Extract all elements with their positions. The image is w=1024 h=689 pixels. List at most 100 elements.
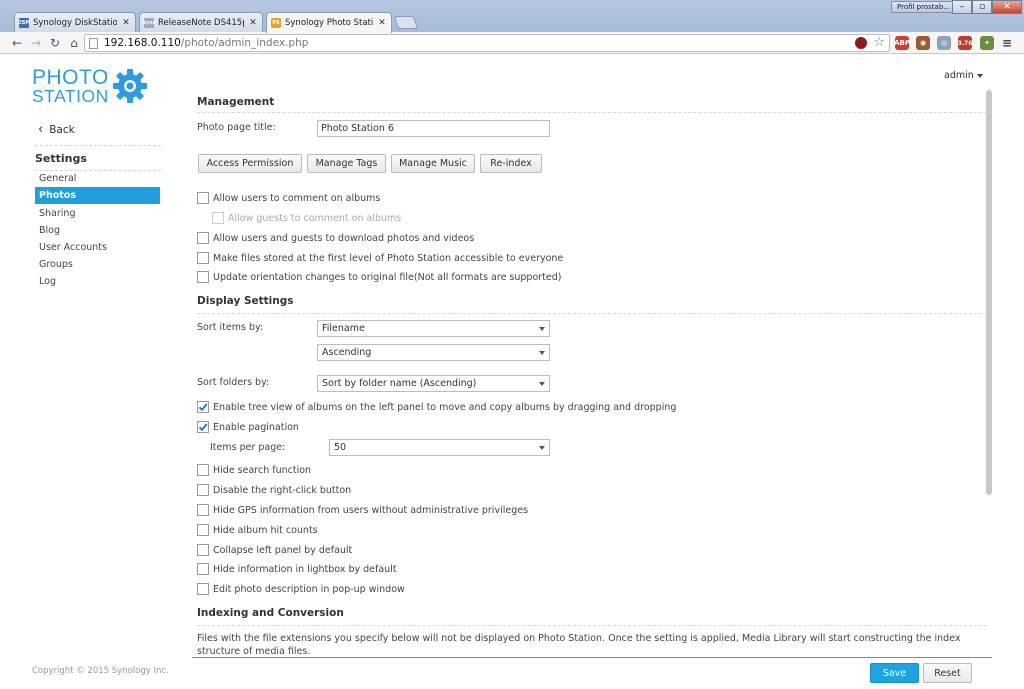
chevron-down-icon: [539, 351, 545, 355]
option-update-orientation[interactable]: Update orientation changes to original f…: [197, 270, 562, 284]
chevron-down-icon: [539, 382, 545, 386]
back-label: Back: [49, 123, 75, 136]
home-icon[interactable]: ⌂: [67, 35, 81, 51]
option-allow-download[interactable]: Allow users and guests to download photo…: [197, 231, 474, 245]
tab-synology-diskstation[interactable]: DSM Synology DiskStation - Sy ✕: [14, 12, 136, 32]
url-host: 192.168.0.110: [104, 37, 181, 49]
star-icon[interactable]: ☆: [873, 35, 885, 50]
close-icon[interactable]: ✕: [377, 18, 387, 28]
divider: [35, 145, 161, 146]
divider: [197, 112, 987, 113]
sidebar-item-user-accounts[interactable]: User Accounts: [35, 239, 160, 256]
settings-title: Settings: [35, 152, 87, 165]
checkbox-checked[interactable]: [197, 401, 209, 413]
checkbox-checked[interactable]: [197, 421, 209, 433]
sidebar-item-sharing[interactable]: Sharing: [35, 205, 160, 222]
sidebar-item-blog[interactable]: Blog: [35, 222, 160, 239]
back-link[interactable]: ‹ Back: [38, 122, 75, 137]
option-disable-right-click[interactable]: Disable the right-click button: [197, 483, 351, 497]
abp-icon[interactable]: ABP: [894, 36, 910, 50]
browser-titlebar: DSM Synology DiskStation - Sy ✕ Syno Rel…: [0, 0, 1024, 33]
new-tab-button[interactable]: [393, 16, 419, 29]
logo-line2: STATION: [32, 86, 109, 106]
camera-icon[interactable]: ◎: [937, 36, 951, 50]
checkbox[interactable]: [197, 504, 209, 516]
sidebar-item-photos[interactable]: Photos: [35, 187, 160, 204]
option-hide-hit-counts[interactable]: Hide album hit counts: [197, 523, 318, 537]
indexing-description: Files with the file extensions you speci…: [197, 633, 961, 657]
reload-icon[interactable]: ↻: [48, 35, 62, 51]
sidebar-item-log[interactable]: Log: [35, 273, 160, 290]
indexing-title: Indexing and Conversion: [197, 607, 344, 619]
checkbox[interactable]: [197, 524, 209, 536]
option-tree-view[interactable]: Enable tree view of albums on the left p…: [197, 400, 676, 414]
items-per-page-label: Items per page:: [210, 442, 286, 453]
menu-icon[interactable]: ≡: [1000, 36, 1014, 50]
back-arrow-icon[interactable]: ←: [10, 35, 24, 51]
checkmark-icon: [198, 403, 208, 412]
diskstation-favicon-icon: DSM: [17, 17, 31, 28]
divider: [197, 313, 987, 314]
browser-toolbar: ← → ↻ ⌂ 192.168.0.110/photo/admin_index.…: [0, 32, 1024, 54]
sidebar-item-general[interactable]: General: [35, 170, 160, 187]
url-path: /photo/admin_index.php: [180, 37, 309, 49]
checkbox[interactable]: [197, 232, 209, 244]
checkbox[interactable]: [197, 563, 209, 575]
chevron-left-icon: ‹: [38, 122, 44, 137]
checkbox[interactable]: [197, 271, 209, 283]
save-button[interactable]: Save: [870, 663, 919, 683]
option-collapse-left-panel[interactable]: Collapse left panel by default: [197, 543, 352, 557]
tab-photo-station[interactable]: PS Synology Photo Station 6 ✕: [266, 12, 392, 33]
option-edit-description-popup[interactable]: Edit photo description in pop-up window: [197, 582, 405, 596]
sidebar-item-groups[interactable]: Groups: [35, 256, 160, 273]
items-per-page-select[interactable]: 50: [329, 439, 550, 456]
access-permission-button[interactable]: Access Permission: [198, 154, 302, 173]
blocked-plugin-icon[interactable]: [855, 37, 867, 49]
checkbox[interactable]: [197, 192, 209, 204]
tab-label: Synology Photo Station 6: [285, 18, 373, 28]
footer-divider: [192, 657, 992, 658]
user-menu[interactable]: admin: [944, 70, 983, 81]
address-bar[interactable]: 192.168.0.110/photo/admin_index.php ☆: [84, 34, 890, 52]
window-close-icon[interactable]: ✕: [992, 0, 1022, 14]
option-allow-users-comment[interactable]: Allow users to comment on albums: [197, 191, 380, 205]
sort-items-field-select[interactable]: Filename: [317, 320, 550, 337]
option-hide-lightbox-info[interactable]: Hide information in lightbox by default: [197, 562, 397, 576]
sort-items-order-select[interactable]: Ascending: [317, 344, 550, 361]
option-allow-guests-comment[interactable]: Allow guests to comment on albums: [212, 211, 401, 225]
sort-folders-select[interactable]: Sort by folder name (Ascending): [317, 375, 550, 392]
photo-page-title-label: Photo page title:: [197, 122, 276, 133]
minimize-icon[interactable]: –: [952, 0, 972, 14]
reindex-button[interactable]: Re-index: [480, 154, 542, 173]
checkbox[interactable]: [197, 544, 209, 556]
checkbox[interactable]: [197, 583, 209, 595]
checkbox[interactable]: [212, 212, 224, 224]
reset-button[interactable]: Reset: [923, 663, 972, 683]
manage-music-button[interactable]: Manage Music: [391, 154, 475, 173]
extension-icon[interactable]: ✦: [980, 36, 994, 50]
profile-button[interactable]: Profil prostab...: [891, 1, 956, 13]
close-icon[interactable]: ✕: [248, 18, 258, 28]
checkbox[interactable]: [197, 484, 209, 496]
option-pagination[interactable]: Enable pagination: [197, 420, 299, 434]
option-first-level-public[interactable]: Make files stored at the first level of …: [197, 251, 563, 265]
tab-label: ReleaseNote DS415play -: [158, 17, 244, 28]
management-title: Management: [197, 96, 275, 108]
option-hide-gps[interactable]: Hide GPS information from users without …: [197, 503, 528, 517]
photo-page-title-input[interactable]: Photo Station 6: [317, 120, 550, 137]
extension-badge-icon[interactable]: 3.76: [958, 36, 972, 50]
option-hide-search[interactable]: Hide search function: [197, 463, 311, 477]
photo-station-logo: PHOTO STATION: [32, 66, 162, 108]
forward-arrow-icon[interactable]: →: [29, 35, 43, 51]
username: admin: [944, 70, 974, 81]
page-icon: [89, 37, 98, 49]
scrollbar[interactable]: [986, 90, 992, 495]
manage-tags-button[interactable]: Manage Tags: [307, 154, 386, 173]
checkbox[interactable]: [197, 252, 209, 264]
close-icon[interactable]: ✕: [121, 18, 131, 28]
checkbox[interactable]: [197, 464, 209, 476]
tab-label: Synology DiskStation - Sy: [33, 17, 117, 28]
instagram-icon[interactable]: ◉: [916, 36, 930, 50]
maximize-icon[interactable]: ▫: [972, 0, 992, 14]
tab-release-note[interactable]: Syno ReleaseNote DS415play - ✕: [139, 12, 263, 32]
